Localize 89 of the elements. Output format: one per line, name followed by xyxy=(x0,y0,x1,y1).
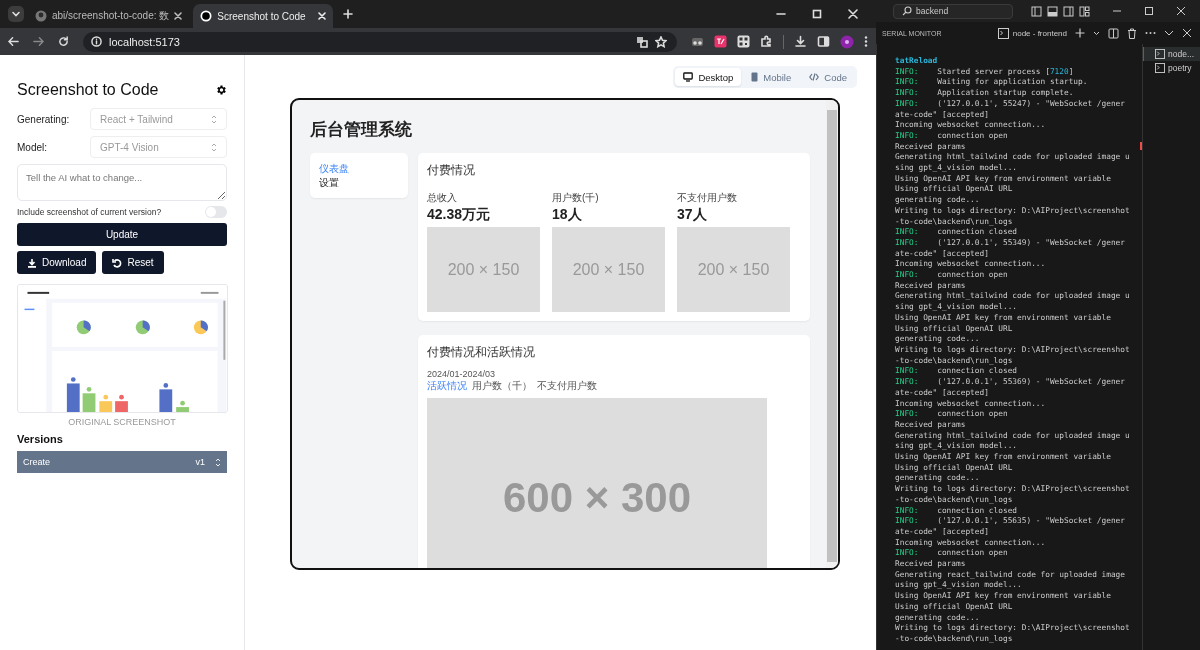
field-label: Model: xyxy=(17,141,48,153)
plus-icon[interactable] xyxy=(1075,28,1085,38)
profile-avatar-icon[interactable] xyxy=(840,34,854,49)
toggle-label: Include screenshot of current version? xyxy=(17,207,162,217)
card-title: 付费情况和活跃情况 xyxy=(427,344,536,361)
update-button[interactable]: Update xyxy=(17,223,227,246)
version-row[interactable]: Create v1 xyxy=(17,451,227,473)
terminal-tab[interactable]: poetry xyxy=(1143,61,1200,75)
date-range: 2024/01-2024/03 xyxy=(427,369,497,379)
prompt-field[interactable]: Tell the AI what to change... xyxy=(17,164,227,201)
glasses-icon[interactable] xyxy=(691,35,704,48)
split-icon[interactable] xyxy=(1108,27,1119,39)
side-panel-icon[interactable] xyxy=(817,35,830,48)
puzzle-icon[interactable] xyxy=(760,35,773,48)
tab-list-button[interactable] xyxy=(8,6,24,22)
view-mode-tab[interactable]: Code xyxy=(801,68,855,86)
chevron-updown-icon xyxy=(215,457,221,467)
chevron-updown-icon xyxy=(211,114,217,124)
forward-arrow-icon[interactable] xyxy=(33,36,44,47)
legend-tab[interactable]: 活跃情况 xyxy=(427,379,467,393)
address-bar[interactable]: localhost:5173 xyxy=(83,31,677,52)
new-tab-icon[interactable] xyxy=(343,9,354,19)
panel-layout-icon[interactable] xyxy=(1047,5,1058,17)
app-title: Screenshot to Code xyxy=(17,81,159,99)
sidebar-layout-icon[interactable] xyxy=(1031,5,1042,17)
stat-value: 37人 xyxy=(677,206,708,224)
grid-layout-icon[interactable] xyxy=(1079,5,1090,17)
chevron-updown-icon xyxy=(211,142,217,152)
browser-tab[interactable]: abi/screenshot-to-code: 数 xyxy=(28,4,190,28)
undo-icon xyxy=(112,257,123,268)
terminal-icon xyxy=(997,27,1009,39)
download-icon[interactable] xyxy=(794,35,807,48)
code-icon xyxy=(809,72,820,82)
close-icon[interactable] xyxy=(1182,28,1192,38)
phone-icon xyxy=(751,72,759,82)
maximize-icon[interactable] xyxy=(1144,6,1154,16)
terminal-selector[interactable]: node - frontend xyxy=(997,27,1067,39)
close-icon[interactable] xyxy=(1176,6,1186,16)
stat-value: 18人 xyxy=(552,206,583,224)
chevron-down-icon[interactable] xyxy=(1093,29,1100,37)
site-info-icon xyxy=(91,36,102,47)
legend-tab[interactable]: 不支付用户数 xyxy=(537,379,597,393)
chevron-down-icon[interactable] xyxy=(1164,28,1174,38)
reload-icon[interactable] xyxy=(58,36,69,47)
chevron-down-icon xyxy=(11,9,21,19)
terminal-icon xyxy=(1155,63,1165,73)
close-icon[interactable] xyxy=(848,9,858,19)
close-icon[interactable] xyxy=(174,12,183,20)
stat-label: 不支付用户数 xyxy=(677,191,738,205)
browser-tab[interactable]: Screenshot to Code xyxy=(193,4,334,28)
stat-value: 42.38万元 xyxy=(427,206,492,224)
translate-icon[interactable] xyxy=(636,35,648,48)
sample-image: 200 × 150 xyxy=(677,227,790,312)
card-title: 付费情况 xyxy=(427,162,476,179)
terminal-icon xyxy=(1155,49,1165,59)
stat-label: 总收入 xyxy=(427,191,458,205)
search-field[interactable]: backend xyxy=(893,3,1013,19)
reset-button[interactable]: Reset xyxy=(102,251,164,274)
nav-link[interactable]: 设置 xyxy=(319,176,399,190)
back-arrow-icon[interactable] xyxy=(8,36,19,47)
qr-code-icon[interactable] xyxy=(737,35,750,48)
screenshot-caption: ORIGINAL SCREENSHOT xyxy=(67,417,177,427)
maximize-icon[interactable] xyxy=(812,9,822,19)
search-icon xyxy=(902,6,912,16)
scrollbar[interactable] xyxy=(826,100,838,568)
legend-tab[interactable]: 用户数（千） xyxy=(472,379,532,393)
view-mode-tab[interactable]: Desktop xyxy=(675,68,742,86)
trash-icon[interactable] xyxy=(1127,27,1137,39)
more-icon[interactable] xyxy=(1145,31,1156,35)
section-heading: Versions xyxy=(17,433,64,445)
download-button[interactable]: Download xyxy=(17,251,97,274)
app-logo-icon xyxy=(200,10,213,22)
sample-image: 200 × 150 xyxy=(427,227,540,312)
nav-link[interactable]: 仪表盘 xyxy=(319,162,399,176)
view-mode-tab[interactable]: Mobile xyxy=(743,68,800,86)
settings-icon[interactable] xyxy=(215,84,227,96)
star-icon[interactable] xyxy=(655,35,667,48)
split-layout-icon[interactable] xyxy=(1063,5,1074,17)
stat-label: 用户数(千) xyxy=(552,191,600,205)
translate-extension-icon[interactable] xyxy=(714,35,727,48)
toggle-switch[interactable] xyxy=(205,206,227,218)
sample-image: 600 × 300 xyxy=(427,398,767,568)
monitor-icon xyxy=(683,72,694,82)
sample-image: 200 × 150 xyxy=(552,227,665,312)
page-title: 后台管理系统 xyxy=(310,119,413,140)
download-icon xyxy=(27,257,37,268)
field-label: Generating: xyxy=(17,113,71,125)
more-menu-icon[interactable] xyxy=(864,35,868,48)
terminal-tab[interactable]: node... xyxy=(1143,47,1200,61)
